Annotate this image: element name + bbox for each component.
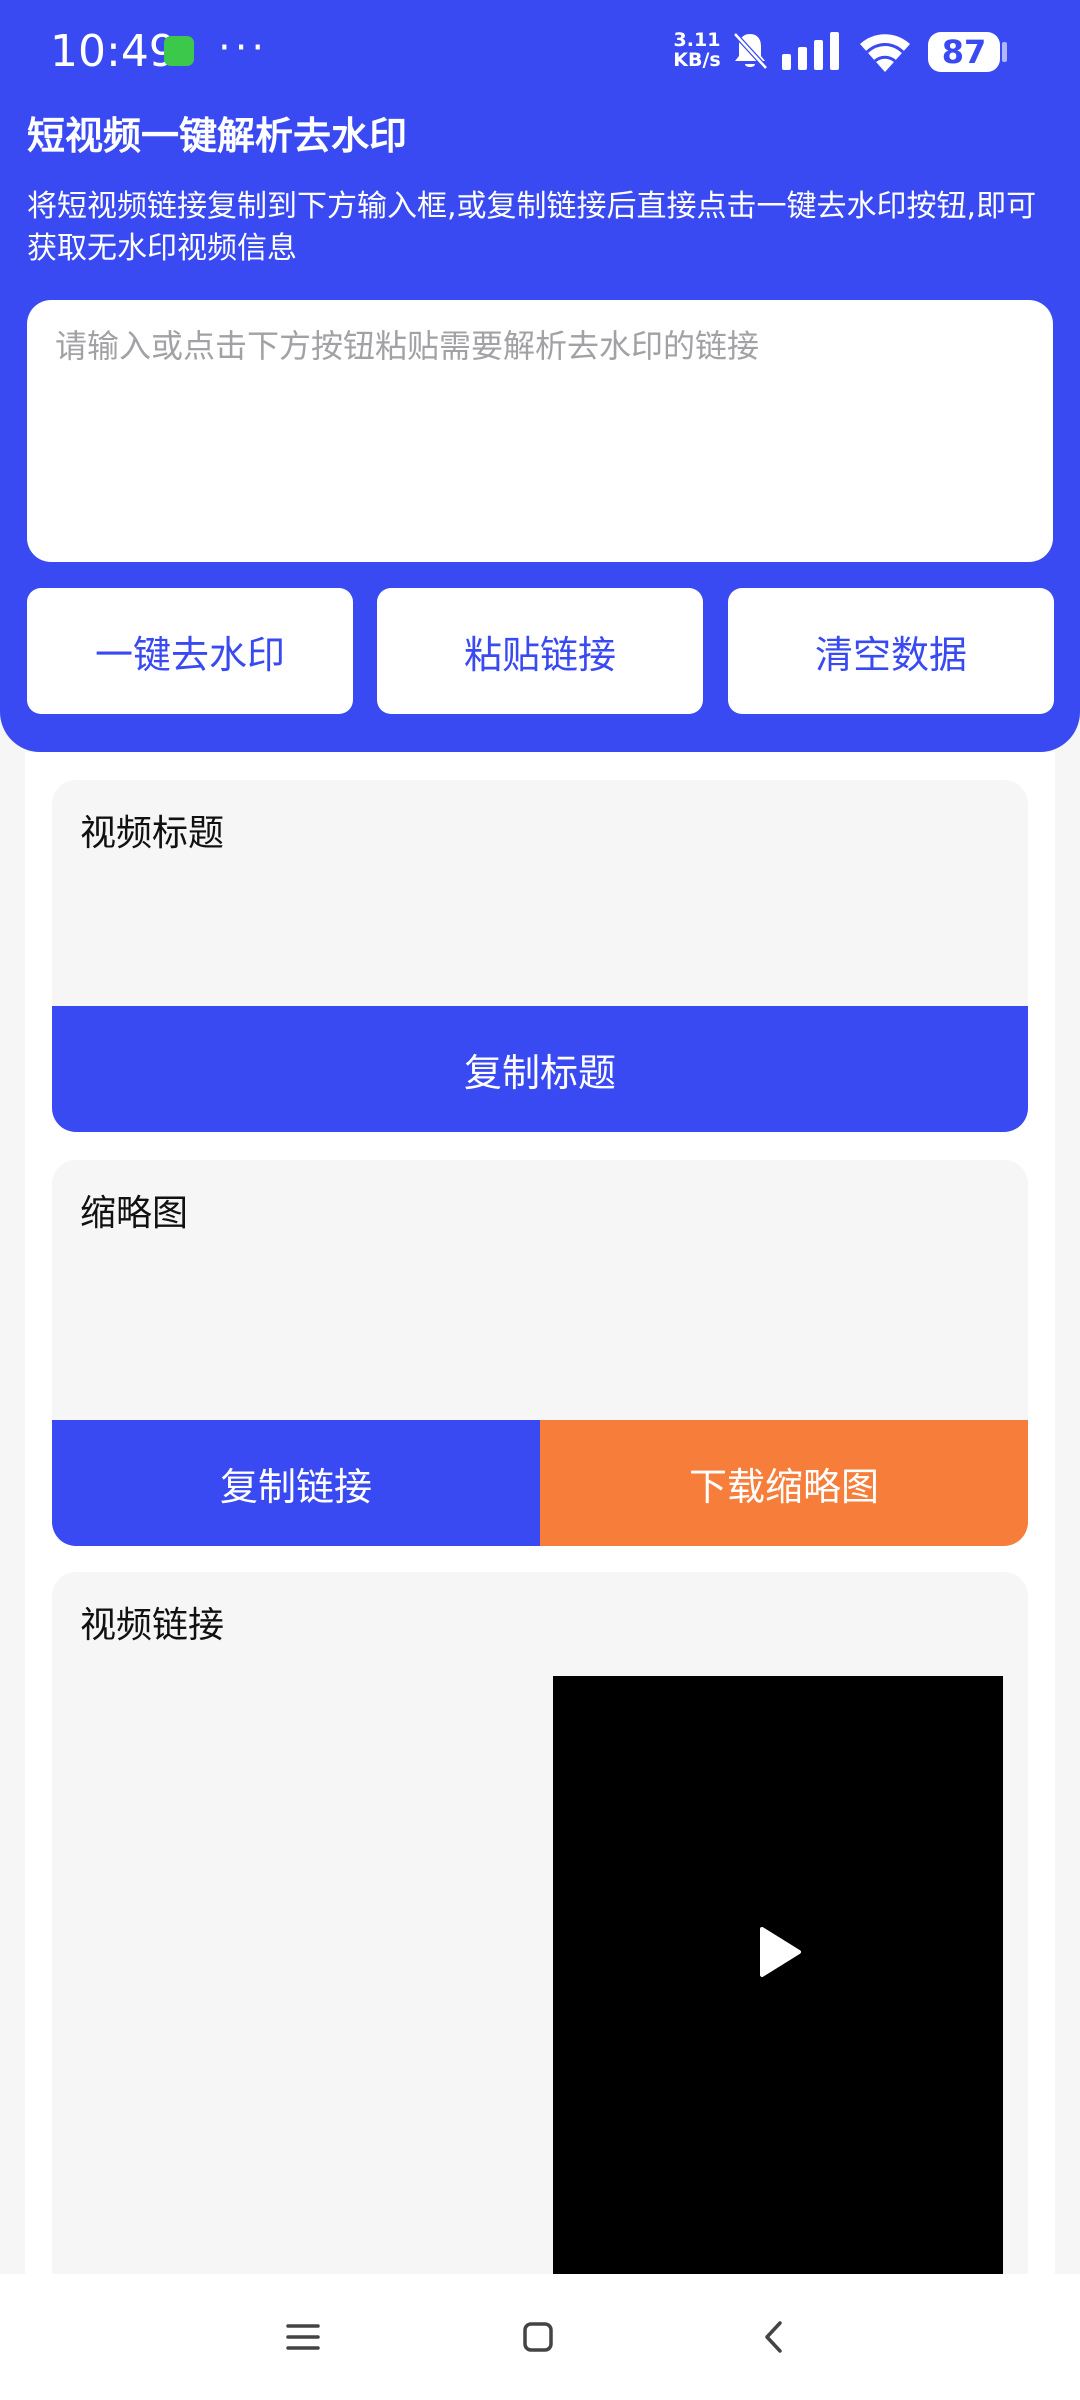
download-thumbnail-button[interactable]: 下载缩略图 — [540, 1420, 1028, 1546]
back-icon[interactable] — [752, 2314, 798, 2360]
home-icon[interactable] — [515, 2314, 561, 2360]
status-time: 10:49 — [50, 26, 177, 77]
header: 10:49 ··· 3.11 KB/s 87 短视频一键解析去水印 将短视频链接 — [0, 0, 1080, 752]
wifi-icon — [860, 34, 910, 72]
status-bar: 10:49 ··· 3.11 KB/s 87 — [0, 0, 1080, 100]
thumbnail-card: 缩略图 复制链接 下载缩略图 — [52, 1160, 1028, 1546]
network-speed: 3.11 KB/s — [670, 30, 724, 70]
network-speed-unit: KB/s — [673, 49, 721, 71]
menu-icon[interactable] — [280, 2314, 326, 2360]
play-icon[interactable] — [758, 1926, 802, 1978]
system-nav-bar — [0, 2274, 1080, 2400]
battery-indicator: 87 — [928, 32, 1000, 72]
video-player[interactable] — [553, 1676, 1003, 2276]
page-description: 将短视频链接复制到下方输入框,或复制链接后直接点击一键去水印按钮,即可获取无水印… — [27, 189, 1037, 266]
copy-title-button[interactable]: 复制标题 — [52, 1006, 1028, 1132]
video-link-label: 视频链接 — [80, 1605, 225, 1646]
video-title-label: 视频标题 — [80, 813, 225, 854]
paste-link-button[interactable]: 粘贴链接 — [377, 588, 703, 714]
battery-tip — [1002, 42, 1007, 62]
thumbnail-label: 缩略图 — [80, 1193, 189, 1234]
network-speed-value: 3.11 — [673, 29, 721, 51]
copy-link-button[interactable]: 复制链接 — [52, 1420, 540, 1546]
bell-off-icon — [733, 32, 768, 70]
remove-watermark-button[interactable]: 一键去水印 — [27, 588, 353, 714]
clear-data-button[interactable]: 清空数据 — [728, 588, 1054, 714]
more-notifications-icon: ··· — [218, 25, 269, 71]
signal-icon — [782, 32, 839, 70]
video-title-card: 视频标题 复制标题 — [52, 780, 1028, 1132]
page-title: 短视频一键解析去水印 — [27, 114, 408, 158]
app-notification-icon — [164, 36, 194, 66]
link-input[interactable] — [27, 300, 1053, 562]
